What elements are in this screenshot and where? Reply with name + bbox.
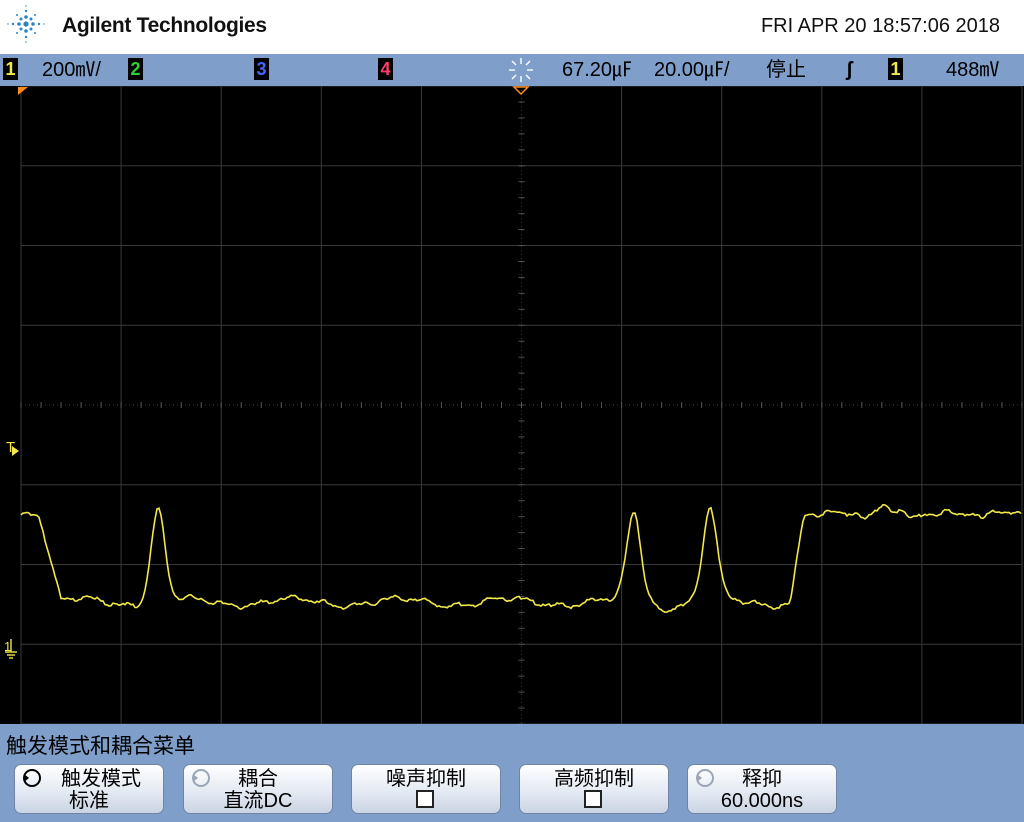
ch2-indicator[interactable]: 2	[128, 58, 143, 80]
softkey-label: 噪声抑制	[386, 768, 466, 790]
noise-reject-checkbox[interactable]	[416, 790, 434, 808]
softkey-value: 60.000ns	[720, 790, 804, 812]
run-state: 停止	[766, 59, 806, 81]
holdoff-softkey[interactable]: 释抑 60.000ns	[687, 764, 837, 814]
agilent-spark-logo-icon	[7, 5, 45, 43]
trigger-source-indicator: 1	[888, 58, 903, 80]
graticule-grid	[20, 86, 1023, 724]
hf-reject-checkbox[interactable]	[584, 790, 602, 808]
status-bar: 1 200㎷/ 2 3 4 67.20㎌ 20.00㎌/ 停止 ʃ 1 488㎷	[0, 54, 1024, 86]
softkey-menu: 触发模式和耦合菜单 触发模式 标准 耦合 直流DC 噪声抑制 高频抑制 释抑 6…	[0, 724, 1024, 822]
header-bar: Agilent Technologies FRI APR 20 18:57:06…	[0, 0, 1024, 54]
trigger-arrow-icon	[12, 446, 19, 456]
horizontal-delay-icon	[509, 58, 533, 82]
ch3-indicator[interactable]: 3	[254, 58, 269, 80]
ch1-indicator[interactable]: 1	[3, 58, 18, 80]
brand-name: Agilent Technologies	[62, 14, 267, 37]
softkey-value: 直流DC	[223, 790, 293, 812]
softkey-label: 释抑	[742, 768, 782, 790]
ch4-indicator[interactable]: 4	[378, 58, 393, 80]
waveform-graticule: T 1	[4, 86, 1023, 724]
trigger-level: 488㎷	[946, 59, 1000, 81]
noise-reject-softkey[interactable]: 噪声抑制	[351, 764, 501, 814]
ch1-scale: 200㎷/	[42, 59, 101, 81]
softkey-label: 高频抑制	[554, 768, 634, 790]
trigger-mode-softkey[interactable]: 触发模式 标准	[14, 764, 164, 814]
softkey-label: 耦合	[238, 768, 278, 790]
hf-reject-softkey[interactable]: 高频抑制	[519, 764, 669, 814]
coupling-softkey[interactable]: 耦合 直流DC	[183, 764, 333, 814]
softkey-value: 标准	[69, 790, 109, 812]
time-delay: 67.20㎌	[562, 59, 633, 81]
time-scale: 20.00㎌/	[654, 59, 730, 81]
date-time: FRI APR 20 18:57:06 2018	[760, 15, 1000, 37]
left-edge-marker	[18, 87, 28, 95]
menu-title: 触发模式和耦合菜单	[6, 735, 195, 758]
softkey-label: 触发模式	[61, 768, 141, 790]
trigger-slope-icon: ʃ	[846, 59, 853, 81]
scope-display: T 1	[0, 86, 1024, 724]
